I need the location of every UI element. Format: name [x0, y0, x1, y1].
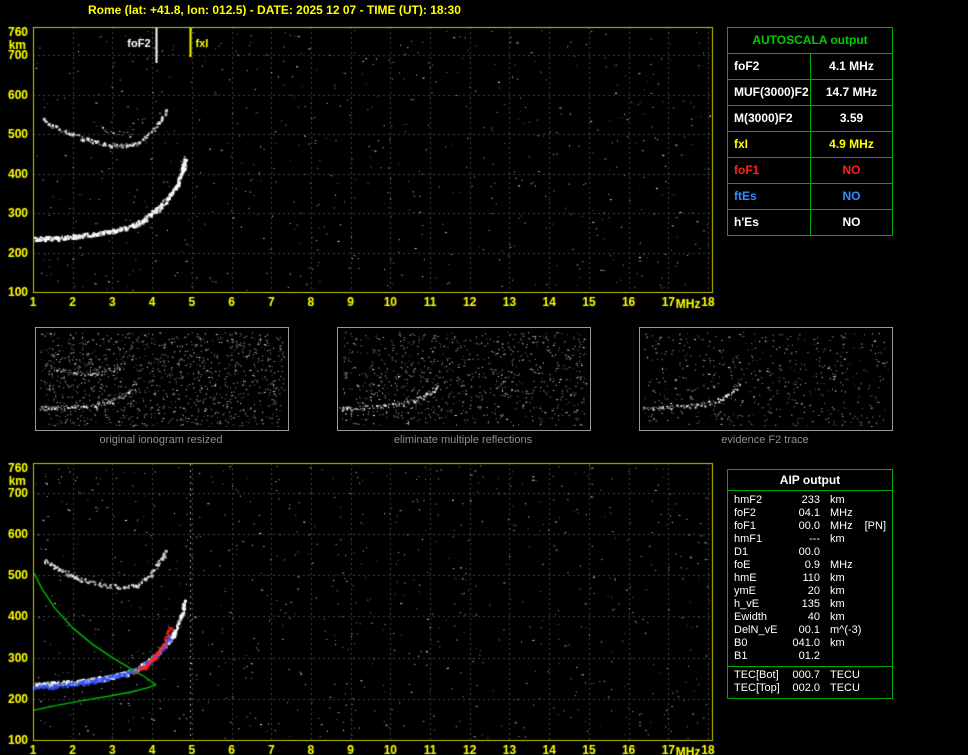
table-row: foF1 00.0 MHz [PN] [728, 520, 892, 533]
row-value: 01.2 [798, 650, 820, 662]
autoscala-header: AUTOSCALA output [752, 33, 868, 47]
table-row: foF1 NO [728, 157, 892, 183]
row-value: 041.0 [792, 637, 820, 649]
row-value: 135 [801, 598, 820, 610]
row-label: B1 [734, 650, 748, 662]
table-row: M(3000)F2 3.59 [728, 105, 892, 131]
row-value: 233 [801, 494, 820, 506]
thumbnail-evidence-f2-trace [639, 327, 893, 431]
aip-tec-divider [728, 666, 892, 667]
row-label: hmF2 [734, 494, 763, 506]
autoscala-rows: foF2 4.1 MHz MUF(3000)F2 14.7 MHz M(3000)F2 3… [728, 53, 892, 235]
autoscala-output-panel: AUTOSCALA output foF2 4.1 MHz MUF(3000)F2 1… [727, 27, 893, 236]
thumbnail-original-ionogram [35, 327, 289, 431]
table-row: hmE 110 km [728, 572, 892, 585]
table-row: MUF(3000)F2 14.7 MHz [728, 79, 892, 105]
row-label: fxI [728, 132, 811, 157]
row-value: 4.9 MHz [829, 137, 874, 151]
row-label: MUF(3000)F2 [728, 80, 811, 105]
aip-output-panel: AIP output hmF2 233 km foF2 04.1 MHz foF1 00.0 M… [727, 469, 893, 699]
row-value: 4.1 MHz [829, 59, 874, 73]
page-title: Rome (lat: +41.8, lon: 012.5) - DATE: 20… [88, 3, 461, 17]
row-unit: MHz [830, 507, 853, 519]
row-label: hmE [734, 572, 757, 584]
row-unit: MHz [830, 559, 853, 571]
table-row: hmF2 233 km [728, 494, 892, 507]
table-row: fxI 4.9 MHz [728, 131, 892, 157]
row-label: foF1 [728, 158, 811, 183]
row-label: h'Es [728, 210, 811, 235]
table-row: TEC[Top] 002.0 TECU [728, 682, 892, 695]
row-value: NO [842, 189, 861, 203]
table-row: B0 041.0 km [728, 637, 892, 650]
row-unit: TECU [830, 669, 860, 681]
row-value: 0.9 [804, 559, 820, 571]
thumbnail-caption-evidence: evidence F2 trace [721, 434, 809, 446]
row-value: 110 [802, 572, 820, 584]
row-value: 20 [807, 585, 820, 597]
table-row: hmF1 --- km [728, 533, 892, 546]
row-value: 00.1 [798, 624, 820, 636]
row-label: h_vE [734, 598, 760, 610]
row-value: 000.7 [792, 669, 820, 681]
row-unit: TECU [830, 682, 860, 694]
row-unit: m^(-3) [830, 624, 862, 636]
row-unit: km [830, 611, 845, 623]
table-row: B1 01.2 [728, 650, 892, 663]
row-unit: km [830, 572, 845, 584]
row-value: 04.1 [798, 507, 820, 519]
row-value: 3.59 [839, 111, 864, 125]
row-label: D1 [734, 546, 749, 558]
row-unit: km [830, 494, 845, 506]
table-row: foF2 4.1 MHz [728, 53, 892, 79]
row-unit: MHz [830, 520, 853, 532]
row-value: 002.0 [792, 682, 820, 694]
top-ionogram-chart [0, 16, 725, 316]
row-value: 40 [807, 611, 820, 623]
row-value: NO [842, 163, 861, 177]
table-row: foE 0.9 MHz [728, 559, 892, 572]
row-label: DelN_vE [734, 624, 778, 636]
table-row: ftEs NO [728, 183, 892, 209]
row-unit: km [830, 637, 845, 649]
thumbnail-eliminate-reflections [337, 327, 591, 431]
thumbnail-caption-reflections: eliminate multiple reflections [393, 434, 533, 446]
row-value: 00.0 [798, 546, 820, 558]
row-unit: km [830, 585, 845, 597]
bottom-ionogram-chart [0, 452, 725, 755]
row-value: --- [809, 533, 820, 545]
row-label: foE [734, 559, 751, 571]
row-unit: km [830, 533, 845, 545]
table-row: DelN_vE 00.1 m^(-3) [728, 624, 892, 637]
table-row: TEC[Bot] 000.7 TECU [728, 669, 892, 682]
table-row: ymE 20 km [728, 585, 892, 598]
row-label: ymE [734, 585, 756, 597]
row-value: 00.0 [798, 520, 820, 532]
row-unit: km [830, 598, 845, 610]
row-value: NO [842, 215, 861, 229]
row-label: hmF1 [734, 533, 763, 545]
row-label: ftEs [728, 184, 811, 209]
table-row: D1 00.0 [728, 546, 892, 559]
table-row: h_vE 135 km [728, 598, 892, 611]
row-label: foF2 [734, 507, 757, 519]
table-row: h'Es NO [728, 209, 892, 235]
table-row: Ewidth 40 km [728, 611, 892, 624]
row-label: B0 [734, 637, 748, 649]
row-note: [PN] [864, 520, 887, 532]
thumbnail-caption-original: original ionogram resized [99, 434, 223, 446]
aip-tec-rows: TEC[Bot] 000.7 TECU TEC[Top] 002.0 TECU [728, 669, 892, 695]
row-label: M(3000)F2 [728, 106, 811, 131]
row-label: foF1 [734, 520, 757, 532]
row-label: Ewidth [734, 611, 768, 623]
row-label: TEC[Top] [734, 682, 780, 694]
aip-header: AIP output [728, 470, 892, 491]
aip-rows: hmF2 233 km foF2 04.1 MHz foF1 00.0 MHz [PN] hmF1 -… [728, 494, 892, 663]
table-row: foF2 04.1 MHz [728, 507, 892, 520]
row-label: TEC[Bot] [734, 669, 779, 681]
row-value: 14.7 MHz [825, 85, 878, 99]
row-label: foF2 [728, 54, 811, 79]
